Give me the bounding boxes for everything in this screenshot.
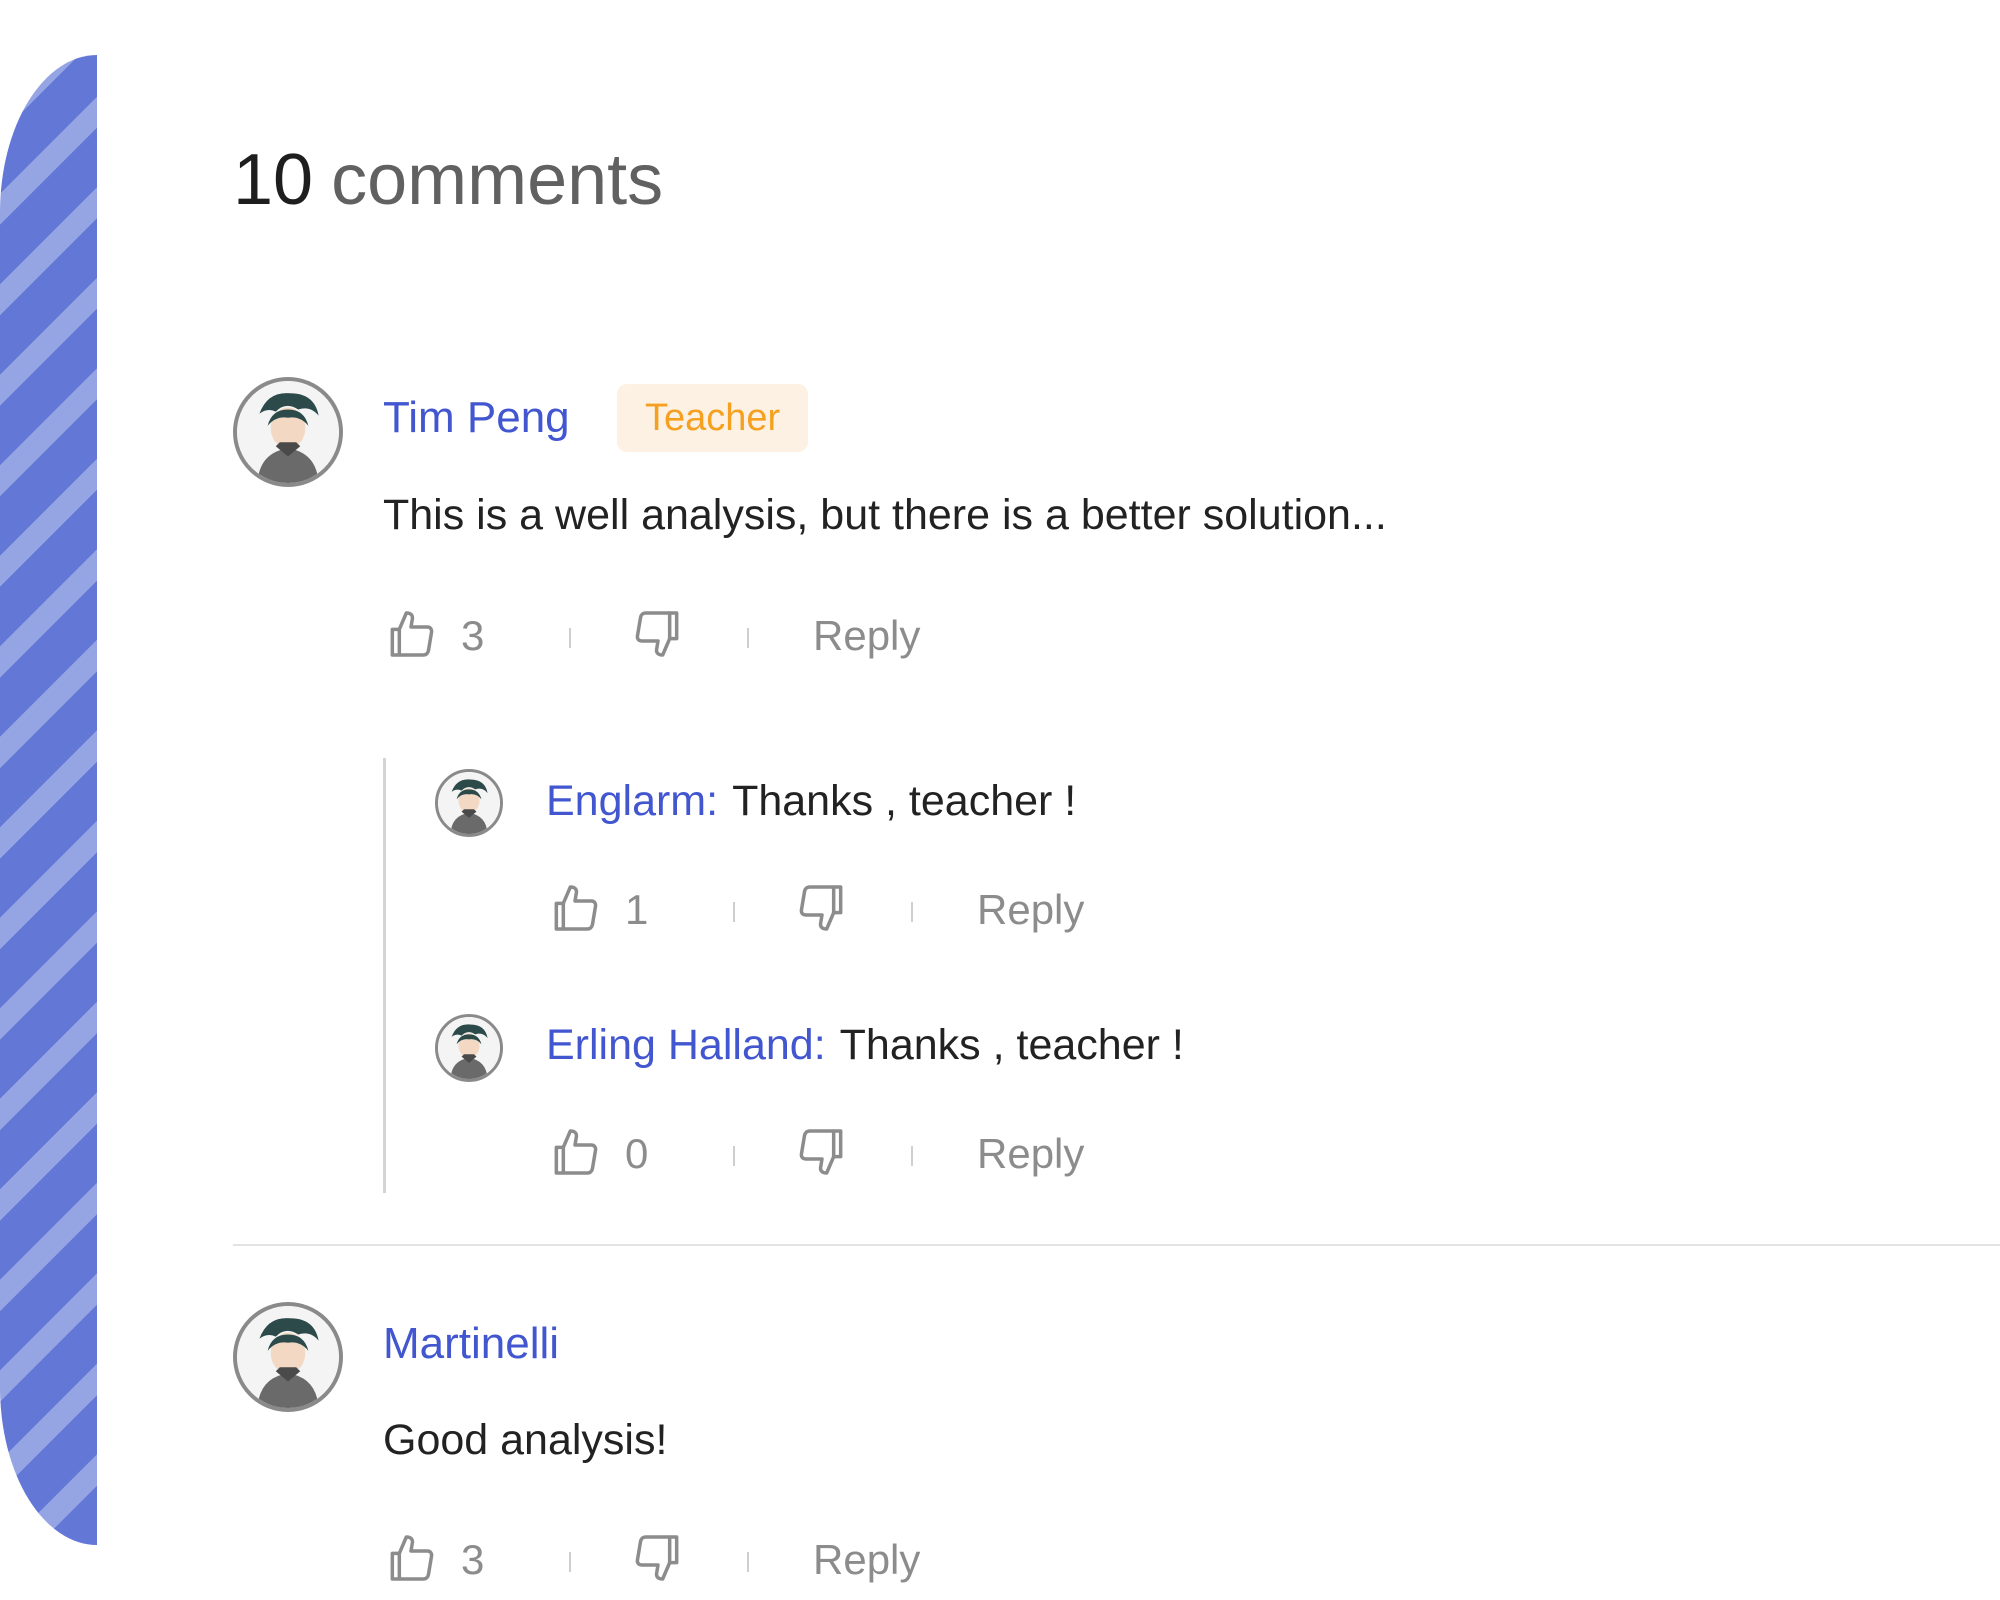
reply-button[interactable]: Reply bbox=[977, 880, 1084, 940]
reply-text: Thanks , teacher ! bbox=[839, 1021, 1184, 1069]
comment-author[interactable]: Tim Peng bbox=[383, 390, 570, 446]
like-count: 1 bbox=[625, 886, 649, 933]
reply-actions: 1 Reply bbox=[547, 880, 1107, 940]
reply-line: Englarm: Thanks , teacher ! bbox=[546, 773, 1076, 829]
replies-thread-line bbox=[383, 758, 386, 1193]
action-separator bbox=[747, 1552, 749, 1572]
thumbs-down-icon[interactable] bbox=[630, 606, 686, 662]
comment-actions: 3 Reply bbox=[383, 1530, 943, 1590]
comments-header: 10 comments bbox=[233, 140, 663, 220]
like-count: 3 bbox=[461, 612, 485, 659]
avatar[interactable] bbox=[435, 1014, 503, 1082]
like-count: 3 bbox=[461, 1536, 485, 1583]
avatar[interactable] bbox=[435, 769, 503, 837]
thumbs-up-icon[interactable] bbox=[547, 1124, 603, 1180]
action-separator bbox=[733, 902, 735, 922]
avatar[interactable] bbox=[233, 1302, 343, 1412]
reply-button[interactable]: Reply bbox=[813, 1530, 920, 1590]
comment-text: This is a well analysis, but there is a … bbox=[383, 491, 1387, 539]
thumbs-down-icon[interactable] bbox=[794, 1124, 850, 1180]
teacher-badge: Teacher bbox=[617, 384, 809, 452]
comment-text: Good analysis! bbox=[383, 1416, 668, 1464]
avatar[interactable] bbox=[233, 377, 343, 487]
reply-author[interactable]: Englarm: bbox=[546, 777, 718, 825]
like-count: 0 bbox=[625, 1130, 649, 1177]
thumbs-up-icon[interactable] bbox=[383, 606, 439, 662]
thumbs-down-icon[interactable] bbox=[630, 1530, 686, 1586]
action-separator bbox=[569, 1552, 571, 1572]
reply-line: Erling Halland: Thanks , teacher ! bbox=[546, 1017, 1184, 1073]
thumbs-down-icon[interactable] bbox=[794, 880, 850, 936]
thumbs-up-icon[interactable] bbox=[547, 880, 603, 936]
decorative-stripe-panel bbox=[0, 55, 97, 1545]
thumbs-up-icon[interactable] bbox=[383, 1530, 439, 1586]
reply-button[interactable]: Reply bbox=[813, 606, 920, 666]
action-separator bbox=[911, 1146, 913, 1166]
reply-button[interactable]: Reply bbox=[977, 1124, 1084, 1184]
comment-author[interactable]: Martinelli bbox=[383, 1316, 559, 1372]
reply-author[interactable]: Erling Halland: bbox=[546, 1021, 826, 1069]
comment-divider bbox=[233, 1244, 2000, 1246]
action-separator bbox=[911, 902, 913, 922]
comment-actions: 3 Reply bbox=[383, 606, 943, 666]
action-separator bbox=[733, 1146, 735, 1166]
reply-text: Thanks , teacher ! bbox=[732, 777, 1077, 825]
comment-count: 10 bbox=[233, 140, 314, 220]
comments-label: comments bbox=[331, 140, 664, 220]
action-separator bbox=[747, 628, 749, 648]
reply-actions: 0 Reply bbox=[547, 1124, 1107, 1184]
action-separator bbox=[569, 628, 571, 648]
